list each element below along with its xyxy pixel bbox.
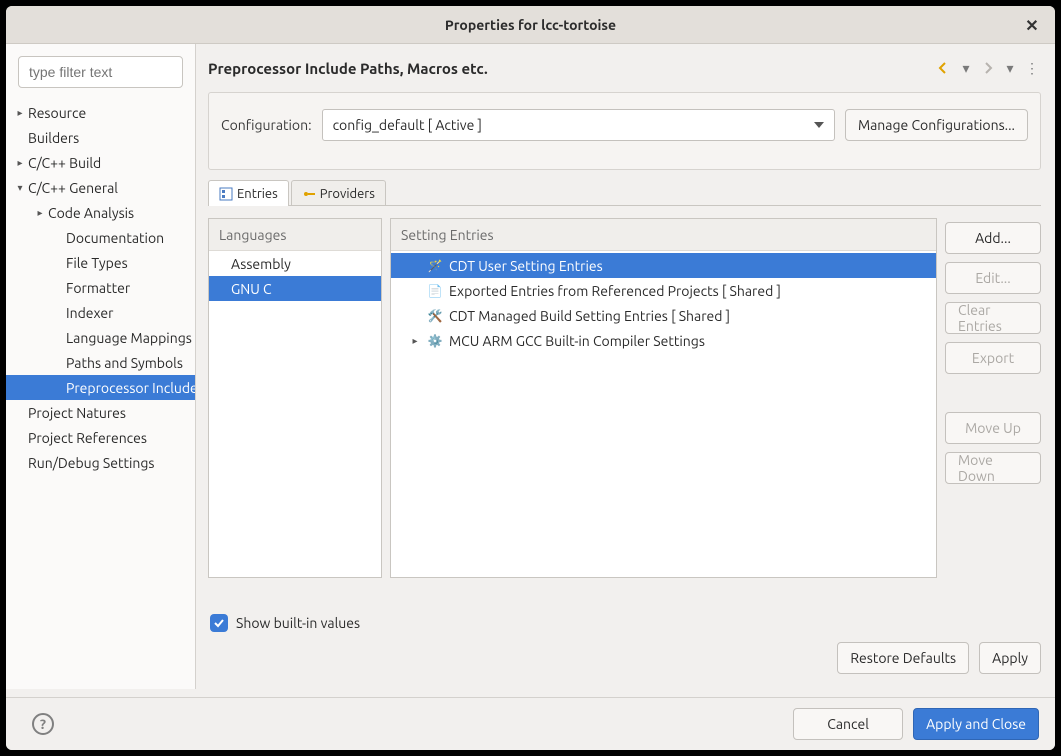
- entries-header: Setting Entries: [391, 219, 936, 251]
- clear-entries-button[interactable]: Clear Entries: [945, 302, 1041, 334]
- tree-item-language-mappings[interactable]: Language Mappings: [6, 325, 195, 350]
- add-button[interactable]: Add...: [945, 222, 1041, 254]
- tab-separator: [208, 205, 1041, 206]
- chevron-right-icon[interactable]: ▸: [409, 335, 421, 347]
- page-header: Preprocessor Include Paths, Macros etc. …: [208, 54, 1041, 82]
- entry-cdt-user[interactable]: 🪄 CDT User Setting Entries: [391, 253, 936, 278]
- titlebar: Properties for lcc-tortoise ✕: [6, 6, 1055, 44]
- languages-header: Languages: [209, 219, 381, 251]
- entries-tab-icon: [219, 187, 233, 201]
- tree-item-indexer[interactable]: Indexer: [6, 300, 195, 325]
- settings-icon: 🛠️: [427, 308, 443, 324]
- toolbar-icons: ▾ ▾ ⋮: [935, 59, 1041, 77]
- config-panel: Configuration: config_default [ Active ]…: [208, 92, 1041, 170]
- edit-button[interactable]: Edit...: [945, 262, 1041, 294]
- tree-item-project-references[interactable]: Project References: [6, 425, 195, 450]
- languages-panel: Languages Assembly GNU C: [208, 218, 382, 578]
- back-icon[interactable]: [935, 59, 953, 77]
- filter-input[interactable]: [18, 56, 183, 88]
- move-down-button[interactable]: Move Down: [945, 452, 1041, 484]
- properties-dialog: Properties for lcc-tortoise ✕ ▸Resource …: [6, 6, 1055, 750]
- page-footer: Restore Defaults Apply: [208, 642, 1041, 674]
- entry-exported[interactable]: 📄 Exported Entries from Referenced Proje…: [391, 278, 936, 303]
- tree-item-formatter[interactable]: Formatter: [6, 275, 195, 300]
- show-builtin-label: Show built-in values: [236, 615, 360, 631]
- wand-icon: 🪄: [427, 258, 443, 274]
- tree-item-builders[interactable]: Builders: [6, 125, 195, 150]
- tree-item-ccpp-build[interactable]: ▸C/C++ Build: [6, 150, 195, 175]
- apply-button[interactable]: Apply: [979, 642, 1041, 674]
- entry-managed[interactable]: 🛠️ CDT Managed Build Setting Entries [ S…: [391, 303, 936, 328]
- tree-item-file-types[interactable]: File Types: [6, 250, 195, 275]
- tree-item-project-natures[interactable]: Project Natures: [6, 400, 195, 425]
- chevron-right-icon: ▸: [14, 107, 26, 119]
- spacer: [945, 382, 1041, 404]
- tab-providers[interactable]: Providers: [291, 180, 386, 206]
- tabs: Entries Providers: [208, 178, 1041, 206]
- cancel-button[interactable]: Cancel: [793, 708, 903, 740]
- close-icon[interactable]: ✕: [1021, 14, 1043, 36]
- manage-configurations-button[interactable]: Manage Configurations...: [845, 109, 1028, 141]
- entries-list: 🪄 CDT User Setting Entries 📄 Exported En…: [391, 251, 936, 577]
- apply-close-button[interactable]: Apply and Close: [913, 708, 1039, 740]
- tree-item-resource[interactable]: ▸Resource: [6, 100, 195, 125]
- chevron-down-icon: [814, 122, 824, 128]
- tree-item-code-analysis[interactable]: ▸Code Analysis: [6, 200, 195, 225]
- tree-item-run-debug[interactable]: Run/Debug Settings: [6, 450, 195, 475]
- forward-menu-icon[interactable]: ▾: [1001, 59, 1019, 77]
- tree-item-documentation[interactable]: Documentation: [6, 225, 195, 250]
- lists-row: Languages Assembly GNU C Setting Entries…: [208, 218, 1041, 578]
- move-up-button[interactable]: Move Up: [945, 412, 1041, 444]
- config-value: config_default [ Active ]: [333, 117, 482, 133]
- tree-item-ccpp-general[interactable]: ▾C/C++ General: [6, 175, 195, 200]
- content: ▸Resource Builders ▸C/C++ Build ▾C/C++ G…: [6, 44, 1055, 689]
- export-button[interactable]: Export: [945, 342, 1041, 374]
- language-gnu-c[interactable]: GNU C: [209, 276, 381, 301]
- gear-icon: ⚙️: [427, 333, 443, 349]
- chevron-right-icon: ▸: [34, 207, 46, 219]
- sidebar: ▸Resource Builders ▸C/C++ Build ▾C/C++ G…: [6, 44, 196, 689]
- language-assembly[interactable]: Assembly: [209, 251, 381, 276]
- nav-tree: ▸Resource Builders ▸C/C++ Build ▾C/C++ G…: [6, 96, 195, 689]
- doc-icon: 📄: [427, 283, 443, 299]
- tree-item-paths-symbols[interactable]: Paths and Symbols: [6, 350, 195, 375]
- config-dropdown[interactable]: config_default [ Active ]: [322, 109, 835, 141]
- back-menu-icon[interactable]: ▾: [957, 59, 975, 77]
- tree-item-preprocessor[interactable]: Preprocessor Include Paths, Macros etc.: [6, 375, 195, 400]
- forward-icon[interactable]: [979, 59, 997, 77]
- entries-panel: Setting Entries 🪄 CDT User Setting Entri…: [390, 218, 937, 578]
- view-menu-icon[interactable]: ⋮: [1023, 59, 1041, 77]
- restore-defaults-button[interactable]: Restore Defaults: [837, 642, 969, 674]
- bottombar: ? Cancel Apply and Close: [6, 698, 1055, 750]
- chevron-down-icon: ▾: [14, 182, 26, 194]
- config-label: Configuration:: [221, 117, 312, 133]
- entry-buttons: Add... Edit... Clear Entries Export Move…: [945, 218, 1041, 578]
- show-builtin-row: Show built-in values: [208, 614, 1041, 632]
- main-panel: Preprocessor Include Paths, Macros etc. …: [196, 44, 1055, 689]
- window-title: Properties for lcc-tortoise: [445, 17, 616, 33]
- providers-tab-icon: [302, 187, 316, 201]
- filter-container: [18, 56, 183, 88]
- page-title: Preprocessor Include Paths, Macros etc.: [208, 60, 935, 77]
- languages-list: Assembly GNU C: [209, 251, 381, 577]
- help-icon[interactable]: ?: [32, 713, 54, 735]
- tab-entries[interactable]: Entries: [208, 180, 289, 206]
- chevron-right-icon: ▸: [14, 157, 26, 169]
- entry-mcu-arm[interactable]: ▸ ⚙️ MCU ARM GCC Built-in Compiler Setti…: [391, 328, 936, 353]
- check-icon: [213, 617, 225, 629]
- show-builtin-checkbox[interactable]: [210, 614, 228, 632]
